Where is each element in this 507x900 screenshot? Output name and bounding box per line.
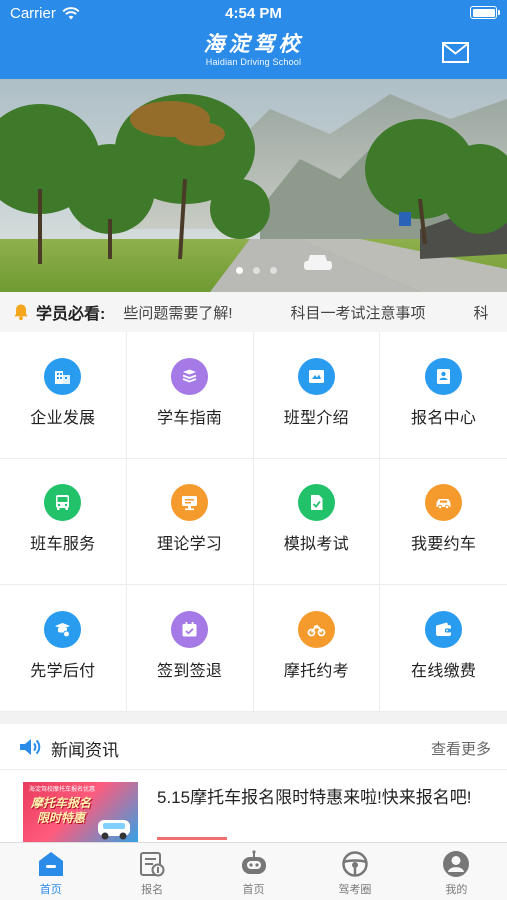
news-accent-bar — [157, 837, 227, 840]
bell-icon — [14, 304, 28, 321]
grid-item-label: 班型介绍 — [283, 409, 349, 427]
tab-label: 驾考圈 — [338, 884, 372, 896]
tab-exam-circle[interactable]: 驾考圈 — [304, 843, 405, 900]
tab-label: 首页 — [242, 884, 265, 896]
feature-grid: 企业发展 学车指南 班型介绍 报名中心 班车服务 理论学习 模拟考试 我要约车 … — [0, 332, 507, 712]
home-icon — [38, 852, 63, 876]
news-section-title: 新闻资讯 — [51, 741, 119, 760]
screen-icon — [171, 484, 209, 522]
tab-signup[interactable]: 报名 — [101, 843, 202, 900]
app-screen: Carrier 4:54 PM 海淀驾校 Haidian Driving Sch… — [0, 0, 507, 900]
status-bar: Carrier 4:54 PM — [0, 0, 507, 28]
news-title[interactable]: 5.15摩托车报名限时特惠来啦!快来报名吧! — [157, 786, 487, 810]
grid-item-mock-exam[interactable]: 模拟考试 — [253, 458, 381, 586]
news-list-item[interactable]: 海淀驾校摩托车报名优惠 摩托车报名限时特惠 5.15摩托车报名限时特惠来啦!快来… — [0, 770, 507, 842]
book-stack-icon — [171, 357, 209, 395]
grid-item-registration-center[interactable]: 报名中心 — [380, 332, 507, 459]
view-more-link[interactable]: 查看更多 — [431, 738, 491, 759]
cartoon-car-icon — [98, 820, 130, 840]
battery-icon — [470, 6, 500, 19]
grid-item-label: 班车服务 — [30, 536, 96, 554]
tab-label: 我的 — [445, 884, 468, 896]
robot-icon — [241, 850, 266, 874]
class-card-icon — [297, 357, 335, 395]
grid-item-label: 摩托约考 — [283, 663, 349, 681]
banner-image — [0, 79, 507, 292]
top-bar: Carrier 4:54 PM 海淀驾校 Haidian Driving Sch… — [0, 0, 507, 79]
exam-paper-icon — [297, 484, 335, 522]
bottom-tab-bar: 首页 报名 首页 驾考圈 我的 — [0, 842, 507, 900]
grid-item-label: 模拟考试 — [283, 536, 349, 554]
study-pay-icon — [44, 611, 82, 649]
grid-item-moto-exam-booking[interactable]: 摩托约考 — [253, 585, 381, 712]
status-time: 4:54 PM — [225, 5, 282, 22]
grid-item-book-car[interactable]: 我要约车 — [380, 459, 507, 586]
bus-icon — [44, 484, 82, 522]
signup-icon — [140, 852, 165, 877]
banner-carousel[interactable] — [0, 79, 507, 292]
grid-item-online-payment[interactable]: 在线缴费 — [380, 585, 507, 712]
grid-item-theory-study[interactable]: 理论学习 — [126, 458, 254, 586]
mail-icon[interactable] — [442, 42, 469, 63]
notice-message[interactable]: 科 — [474, 302, 489, 323]
thumbnail-caption: 海淀驾校摩托车报名优惠 — [29, 787, 96, 793]
registration-icon — [425, 357, 463, 395]
brand-title-cn: 海淀驾校 — [203, 31, 304, 56]
car-icon — [425, 484, 463, 522]
news-thumbnail: 海淀驾校摩托车报名优惠 摩托车报名限时特惠 — [23, 782, 138, 842]
grid-item-label: 签到签退 — [157, 663, 223, 681]
banner-dot[interactable] — [236, 267, 243, 274]
thumbnail-headline: 摩托车报名限时特惠 — [30, 796, 91, 825]
grid-item-study-pay-later[interactable]: 先学后付 — [0, 585, 127, 712]
tab-label: 首页 — [39, 884, 62, 896]
grid-item-label: 企业发展 — [30, 409, 96, 427]
banner-dot[interactable] — [270, 267, 277, 274]
grid-item-label: 理论学习 — [157, 536, 223, 554]
notice-title: 学员必看: — [36, 306, 106, 323]
grid-item-label: 报名中心 — [411, 409, 477, 427]
grid-item-label: 先学后付 — [30, 663, 96, 681]
grid-item-company-development[interactable]: 企业发展 — [0, 332, 127, 459]
notice-message[interactable]: 科目一考试注意事项 — [291, 302, 426, 323]
brand-logo: 海淀驾校 Haidian Driving School — [0, 32, 507, 68]
grid-item-shuttle-service[interactable]: 班车服务 — [0, 458, 127, 586]
news-section-header: 新闻资讯 查看更多 — [0, 724, 507, 770]
tab-profile[interactable]: 我的 — [406, 843, 507, 900]
speaker-icon — [20, 739, 41, 755]
steering-wheel-icon — [342, 851, 368, 877]
notice-bar[interactable]: 学员必看: 些问题需要了解! 科目一考试注意事项 科 — [0, 292, 507, 332]
grid-item-class-intro[interactable]: 班型介绍 — [253, 332, 381, 459]
building-icon — [44, 357, 82, 395]
tab-home-robot[interactable]: 首页 — [203, 843, 304, 900]
grid-item-driving-guide[interactable]: 学车指南 — [126, 332, 254, 459]
banner-dot[interactable] — [253, 267, 260, 274]
tab-label: 报名 — [141, 884, 164, 896]
profile-icon — [443, 851, 470, 877]
brand-title-en: Haidian Driving School — [205, 57, 302, 67]
notice-message[interactable]: 些问题需要了解! — [123, 302, 232, 323]
tab-home[interactable]: 首页 — [0, 843, 101, 900]
wallet-icon — [425, 611, 463, 649]
calendar-check-icon — [171, 611, 209, 649]
grid-item-label: 在线缴费 — [411, 663, 477, 681]
grid-item-label: 我要约车 — [411, 536, 477, 554]
motorcycle-icon — [297, 611, 335, 649]
banner-pager[interactable] — [236, 267, 277, 274]
grid-item-label: 学车指南 — [157, 409, 223, 427]
grid-item-check-in-out[interactable]: 签到签退 — [126, 585, 254, 712]
